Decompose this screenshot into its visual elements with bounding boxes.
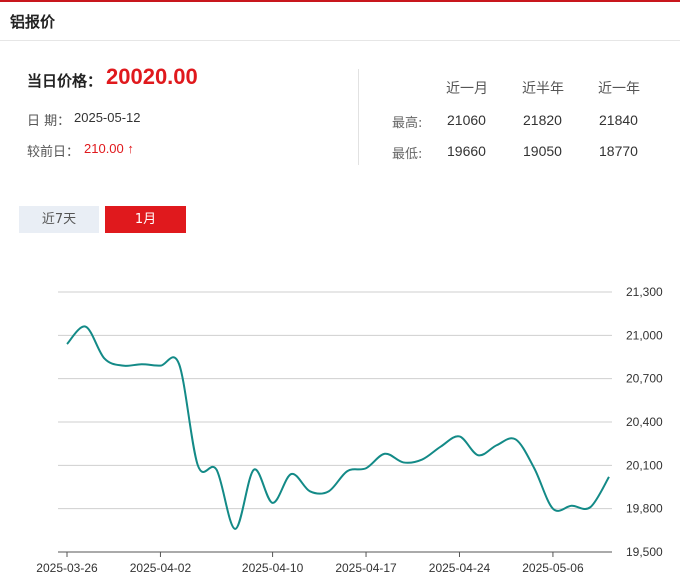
stats-col-halfyear: 近半年: [522, 81, 564, 97]
x-tick-label: 2025-05-06: [522, 561, 584, 575]
stats-col-month: 近一月: [446, 81, 488, 97]
x-tick-label: 2025-04-17: [335, 561, 397, 575]
y-tick-label: 20,400: [626, 415, 663, 429]
stats-low-label: 最低:: [392, 147, 423, 162]
date-value: 2025-05-12: [74, 110, 141, 125]
stats-high-label: 最高:: [392, 116, 423, 131]
stats-high-halfyear: 21820: [523, 112, 562, 128]
y-tick-label: 19,800: [626, 502, 663, 516]
change-label: 较前日：: [27, 145, 80, 160]
panel-title: 铝报价: [10, 13, 56, 31]
panel-header: 铝报价: [0, 2, 680, 41]
x-tick-label: 2025-03-26: [36, 561, 98, 575]
stats-divider: [358, 69, 359, 165]
y-tick-label: 21,000: [626, 328, 663, 342]
price-line-chart: 19,500 19,800 20,100 20,400 20,700 21,000 21,3…: [36, 285, 663, 575]
stats-low-halfyear: 19050: [523, 143, 562, 159]
x-axis: 2025-03-26 2025-04-02 2025-04-10 2025-04-17…: [36, 552, 584, 575]
change-value: 210.00 ↑: [84, 141, 134, 156]
date-label: 日 期：: [27, 114, 71, 129]
x-tick-label: 2025-04-24: [429, 561, 491, 575]
y-tick-label: 20,700: [626, 372, 663, 386]
tab-1-month[interactable]: 1月: [105, 206, 186, 233]
x-tick-label: 2025-04-02: [130, 561, 192, 575]
chart-grid: [58, 291, 612, 553]
series-line-aluminum-price: [66, 325, 610, 530]
tab-7-days[interactable]: 近7天: [19, 206, 99, 233]
x-tick-label: 2025-04-10: [242, 561, 304, 575]
y-axis-ticks: 19,500 19,800 20,100 20,400 20,700 21,000 21,3…: [626, 285, 663, 559]
today-price-value: 20020.00: [106, 64, 198, 89]
stats-col-year: 近一年: [598, 81, 640, 97]
stats-high-month: 21060: [447, 112, 486, 128]
stats-low-year: 18770: [599, 143, 638, 159]
stats-high-year: 21840: [599, 112, 638, 128]
y-tick-label: 21,300: [626, 285, 663, 299]
stats-low-month: 19660: [447, 143, 486, 159]
y-tick-label: 19,500: [626, 545, 663, 559]
y-tick-label: 20,100: [626, 458, 663, 472]
today-price-label: 当日价格：: [27, 72, 103, 90]
